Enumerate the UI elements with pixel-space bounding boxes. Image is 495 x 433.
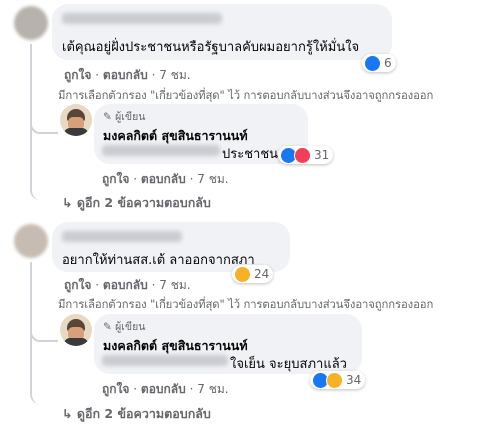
filter-note: มีการเลือกตัวกรอง "เกี่ยวข้องที่สุด" ไว้… xyxy=(58,298,434,311)
reaction-count: 34 xyxy=(346,373,362,387)
comment-text: อยากให้ท่านสส.เต้ ลาออกจากสภา xyxy=(62,253,255,268)
comment-bubble: เต้คุณอยู่ฝั่งประชาชนหรือรัฐบาลคับผมอยาก… xyxy=(52,4,392,60)
haha-icon xyxy=(326,371,343,389)
author-avatar[interactable] xyxy=(60,314,92,346)
like-button[interactable]: ถูกใจ xyxy=(102,172,129,186)
reply-author-name[interactable]: มงคลกิตต์ สุขสินธารานนท์ xyxy=(103,336,248,356)
commenter-avatar[interactable] xyxy=(14,6,48,40)
commenter-name-redacted xyxy=(62,13,222,24)
like-button[interactable]: ถูกใจ xyxy=(102,382,129,396)
like-button[interactable]: ถูกใจ xyxy=(64,68,91,82)
comment-actions: ถูกใจ · ตอบกลับ · 7 ชม. xyxy=(64,68,191,82)
mention-redacted xyxy=(102,145,220,156)
timestamp[interactable]: 7 ชม. xyxy=(197,172,228,186)
view-more-replies[interactable]: ↳ ดูอีก 2 ข้อความตอบกลับ xyxy=(62,193,211,213)
reply-reactions[interactable]: 34 xyxy=(310,371,366,389)
author-badge: ✎ ผู้เขียน xyxy=(103,111,146,123)
thread-line-branch xyxy=(30,110,58,134)
reply-arrow-icon: ↳ xyxy=(62,406,73,421)
commenter-avatar[interactable] xyxy=(14,224,48,258)
like-icon xyxy=(364,54,381,72)
timestamp[interactable]: 7 ชม. xyxy=(159,278,190,292)
reply-bubble: ✎ ผู้เขียน มงคลกิตต์ สุขสินธารานนท์ ประช… xyxy=(94,104,308,164)
like-button[interactable]: ถูกใจ xyxy=(64,278,91,292)
reply-button[interactable]: ตอบกลับ xyxy=(103,278,148,292)
mention-redacted xyxy=(102,355,228,366)
timestamp[interactable]: 7 ชม. xyxy=(159,68,190,82)
view-more-replies[interactable]: ↳ ดูอีก 2 ข้อความตอบกลับ xyxy=(62,404,211,424)
author-badge: ✎ ผู้เขียน xyxy=(103,321,146,333)
commenter-name-redacted xyxy=(62,231,182,242)
thread-line-branch xyxy=(30,318,58,342)
reply-actions: ถูกใจ · ตอบกลับ · 7 ชม. xyxy=(102,172,229,186)
comment-reactions[interactable]: 24 xyxy=(232,265,274,283)
filter-note: มีการเลือกตัวกรอง "เกี่ยวข้องที่สุด" ไว้… xyxy=(58,89,434,102)
reply-actions: ถูกใจ · ตอบกลับ · 7 ชม. xyxy=(102,382,229,396)
love-icon xyxy=(294,146,311,164)
comment-reactions[interactable]: 6 xyxy=(362,54,396,72)
reaction-count: 6 xyxy=(384,56,392,70)
reaction-count: 24 xyxy=(254,267,270,281)
comment-text: เต้คุณอยู่ฝั่งประชาชนหรือรัฐบาลคับผมอยาก… xyxy=(62,40,360,55)
reply-button[interactable]: ตอบกลับ xyxy=(141,172,186,186)
reply-text: ประชาชน xyxy=(222,147,279,162)
pencil-icon: ✎ xyxy=(103,321,112,333)
haha-icon xyxy=(234,265,251,283)
reaction-count: 31 xyxy=(314,148,330,162)
reply-arrow-icon: ↳ xyxy=(62,195,73,210)
reply-bubble: ✎ ผู้เขียน มงคลกิตต์ สุขสินธารานนท์ ใจเย… xyxy=(94,314,362,374)
author-avatar[interactable] xyxy=(60,104,92,136)
reply-button[interactable]: ตอบกลับ xyxy=(141,382,186,396)
timestamp[interactable]: 7 ชม. xyxy=(197,382,228,396)
pencil-icon: ✎ xyxy=(103,111,112,123)
reply-reactions[interactable]: 31 xyxy=(278,146,334,164)
comment-actions: ถูกใจ · ตอบกลับ · 7 ชม. xyxy=(64,278,191,292)
reply-button[interactable]: ตอบกลับ xyxy=(103,68,148,82)
